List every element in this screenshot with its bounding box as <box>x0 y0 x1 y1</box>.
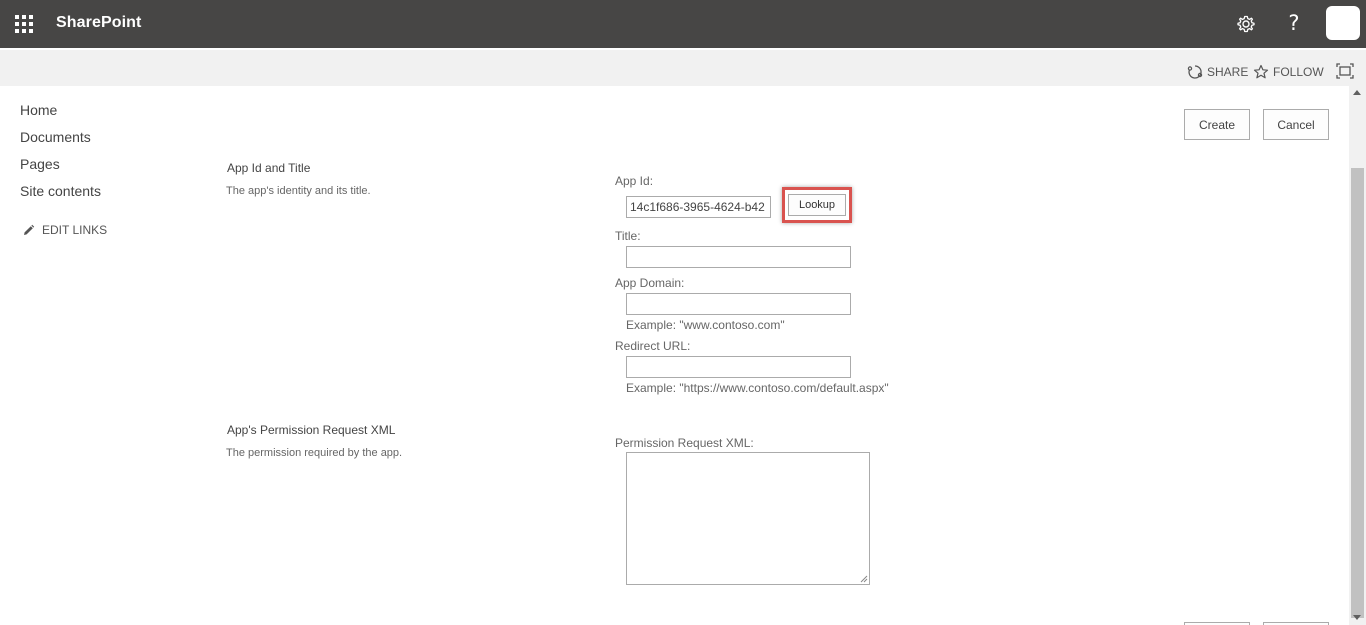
redirect-url-hint: Example: "https://www.contoso.com/defaul… <box>626 381 889 395</box>
permission-xml-textarea[interactable] <box>626 452 870 585</box>
app-name[interactable]: SharePoint <box>56 14 141 32</box>
scroll-down-arrow-icon[interactable] <box>1353 615 1361 620</box>
app-launcher-icon[interactable] <box>14 14 34 34</box>
vertical-scrollbar[interactable] <box>1349 86 1366 625</box>
follow-label: FOLLOW <box>1273 65 1324 79</box>
section-title-permission: App's Permission Request XML <box>227 423 396 437</box>
command-bar: SHARE FOLLOW <box>0 48 1366 86</box>
nav-item-site-contents[interactable]: Site contents <box>20 183 101 199</box>
settings-gear-icon[interactable] <box>1234 12 1258 36</box>
nav-item-documents[interactable]: Documents <box>20 129 91 145</box>
title-label: Title: <box>615 229 641 243</box>
star-icon <box>1253 64 1269 79</box>
focus-mode-icon[interactable] <box>1336 63 1354 79</box>
pencil-icon <box>24 224 35 235</box>
app-domain-hint: Example: "www.contoso.com" <box>626 318 785 332</box>
scroll-thumb[interactable] <box>1351 168 1364 618</box>
user-avatar[interactable] <box>1326 6 1360 40</box>
help-icon[interactable]: ? <box>1283 10 1305 36</box>
nav-item-home[interactable]: Home <box>20 102 57 118</box>
section-title-app-id: App Id and Title <box>227 161 311 175</box>
app-id-input[interactable]: 14c1f686-3965-4624-b42 <box>626 196 771 218</box>
share-button[interactable]: SHARE <box>1187 63 1248 81</box>
follow-button[interactable]: FOLLOW <box>1253 63 1324 81</box>
create-button[interactable]: Create <box>1184 109 1250 140</box>
suite-bar: SharePoint ? <box>0 0 1366 48</box>
edit-links-label: EDIT LINKS <box>42 223 108 237</box>
lookup-highlight-box: Lookup <box>782 187 852 223</box>
section-desc-permission: The permission required by the app. <box>226 447 403 459</box>
app-domain-label: App Domain: <box>615 276 685 290</box>
redirect-url-label: Redirect URL: <box>615 339 691 353</box>
lookup-button[interactable]: Lookup <box>788 194 846 216</box>
edit-links-button[interactable]: EDIT LINKS <box>22 223 107 237</box>
share-label: SHARE <box>1207 65 1249 79</box>
app-domain-input[interactable] <box>626 293 851 315</box>
nav-item-pages[interactable]: Pages <box>20 156 60 172</box>
permission-xml-label: Permission Request XML: <box>615 436 754 450</box>
app-id-label: App Id: <box>615 174 654 188</box>
cancel-button[interactable]: Cancel <box>1263 109 1329 140</box>
resize-grip-icon[interactable] <box>860 575 868 583</box>
share-icon <box>1187 65 1203 79</box>
title-input[interactable] <box>626 246 851 268</box>
redirect-url-input[interactable] <box>626 356 851 378</box>
scroll-up-arrow-icon[interactable] <box>1353 90 1361 95</box>
section-desc-app-id: The app's identity and its title. <box>226 185 371 197</box>
